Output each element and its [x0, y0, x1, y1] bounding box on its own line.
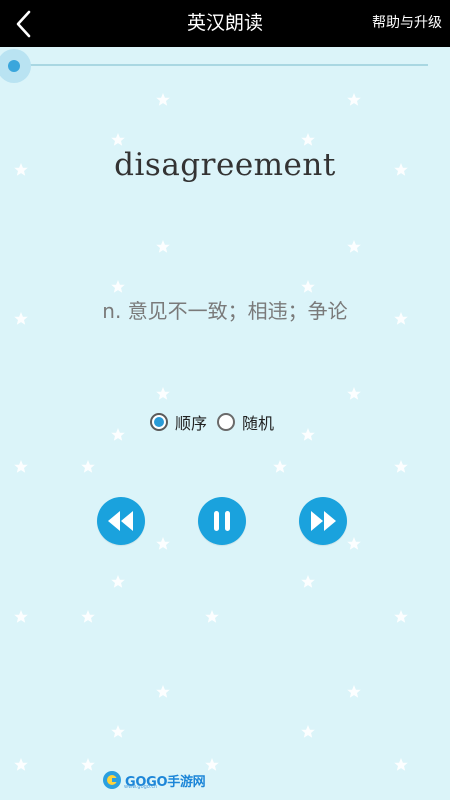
study-panel: disagreement n. 意见不一致；相违；争论 顺序 随机 GOGO手游…: [0, 47, 450, 800]
rewind-icon: [108, 511, 133, 531]
chevron-left-icon: [16, 10, 31, 38]
radio-unchecked-icon: [217, 413, 236, 431]
word-meaning: n. 意见不一致；相违；争论: [102, 299, 348, 323]
gogo-logo-icon: [103, 771, 121, 789]
watermark-subtext: www.gogo.cn: [124, 784, 158, 790]
pause-icon: [214, 511, 230, 531]
mode-sequential-label: 顺序: [175, 414, 208, 433]
help-upgrade-link[interactable]: 帮助与升级: [372, 0, 442, 47]
site-watermark: GOGO手游网 www.gogo.cn: [102, 769, 206, 791]
progress-slider-track[interactable]: [14, 64, 428, 66]
mode-random-radio[interactable]: 随机: [217, 410, 274, 434]
top-bar: 英汉朗读 帮助与升级: [0, 0, 450, 47]
radio-checked-icon: [150, 413, 168, 431]
mode-random-label: 随机: [242, 414, 275, 433]
fast-forward-icon: [311, 511, 336, 531]
pause-button[interactable]: [198, 497, 246, 545]
back-button[interactable]: [8, 6, 44, 42]
rewind-button[interactable]: [97, 497, 145, 545]
play-mode-group: 顺序 随机: [150, 410, 284, 434]
mode-sequential-radio[interactable]: 顺序: [150, 410, 207, 434]
word-text: disagreement: [114, 147, 336, 183]
fast-forward-button[interactable]: [299, 497, 347, 545]
